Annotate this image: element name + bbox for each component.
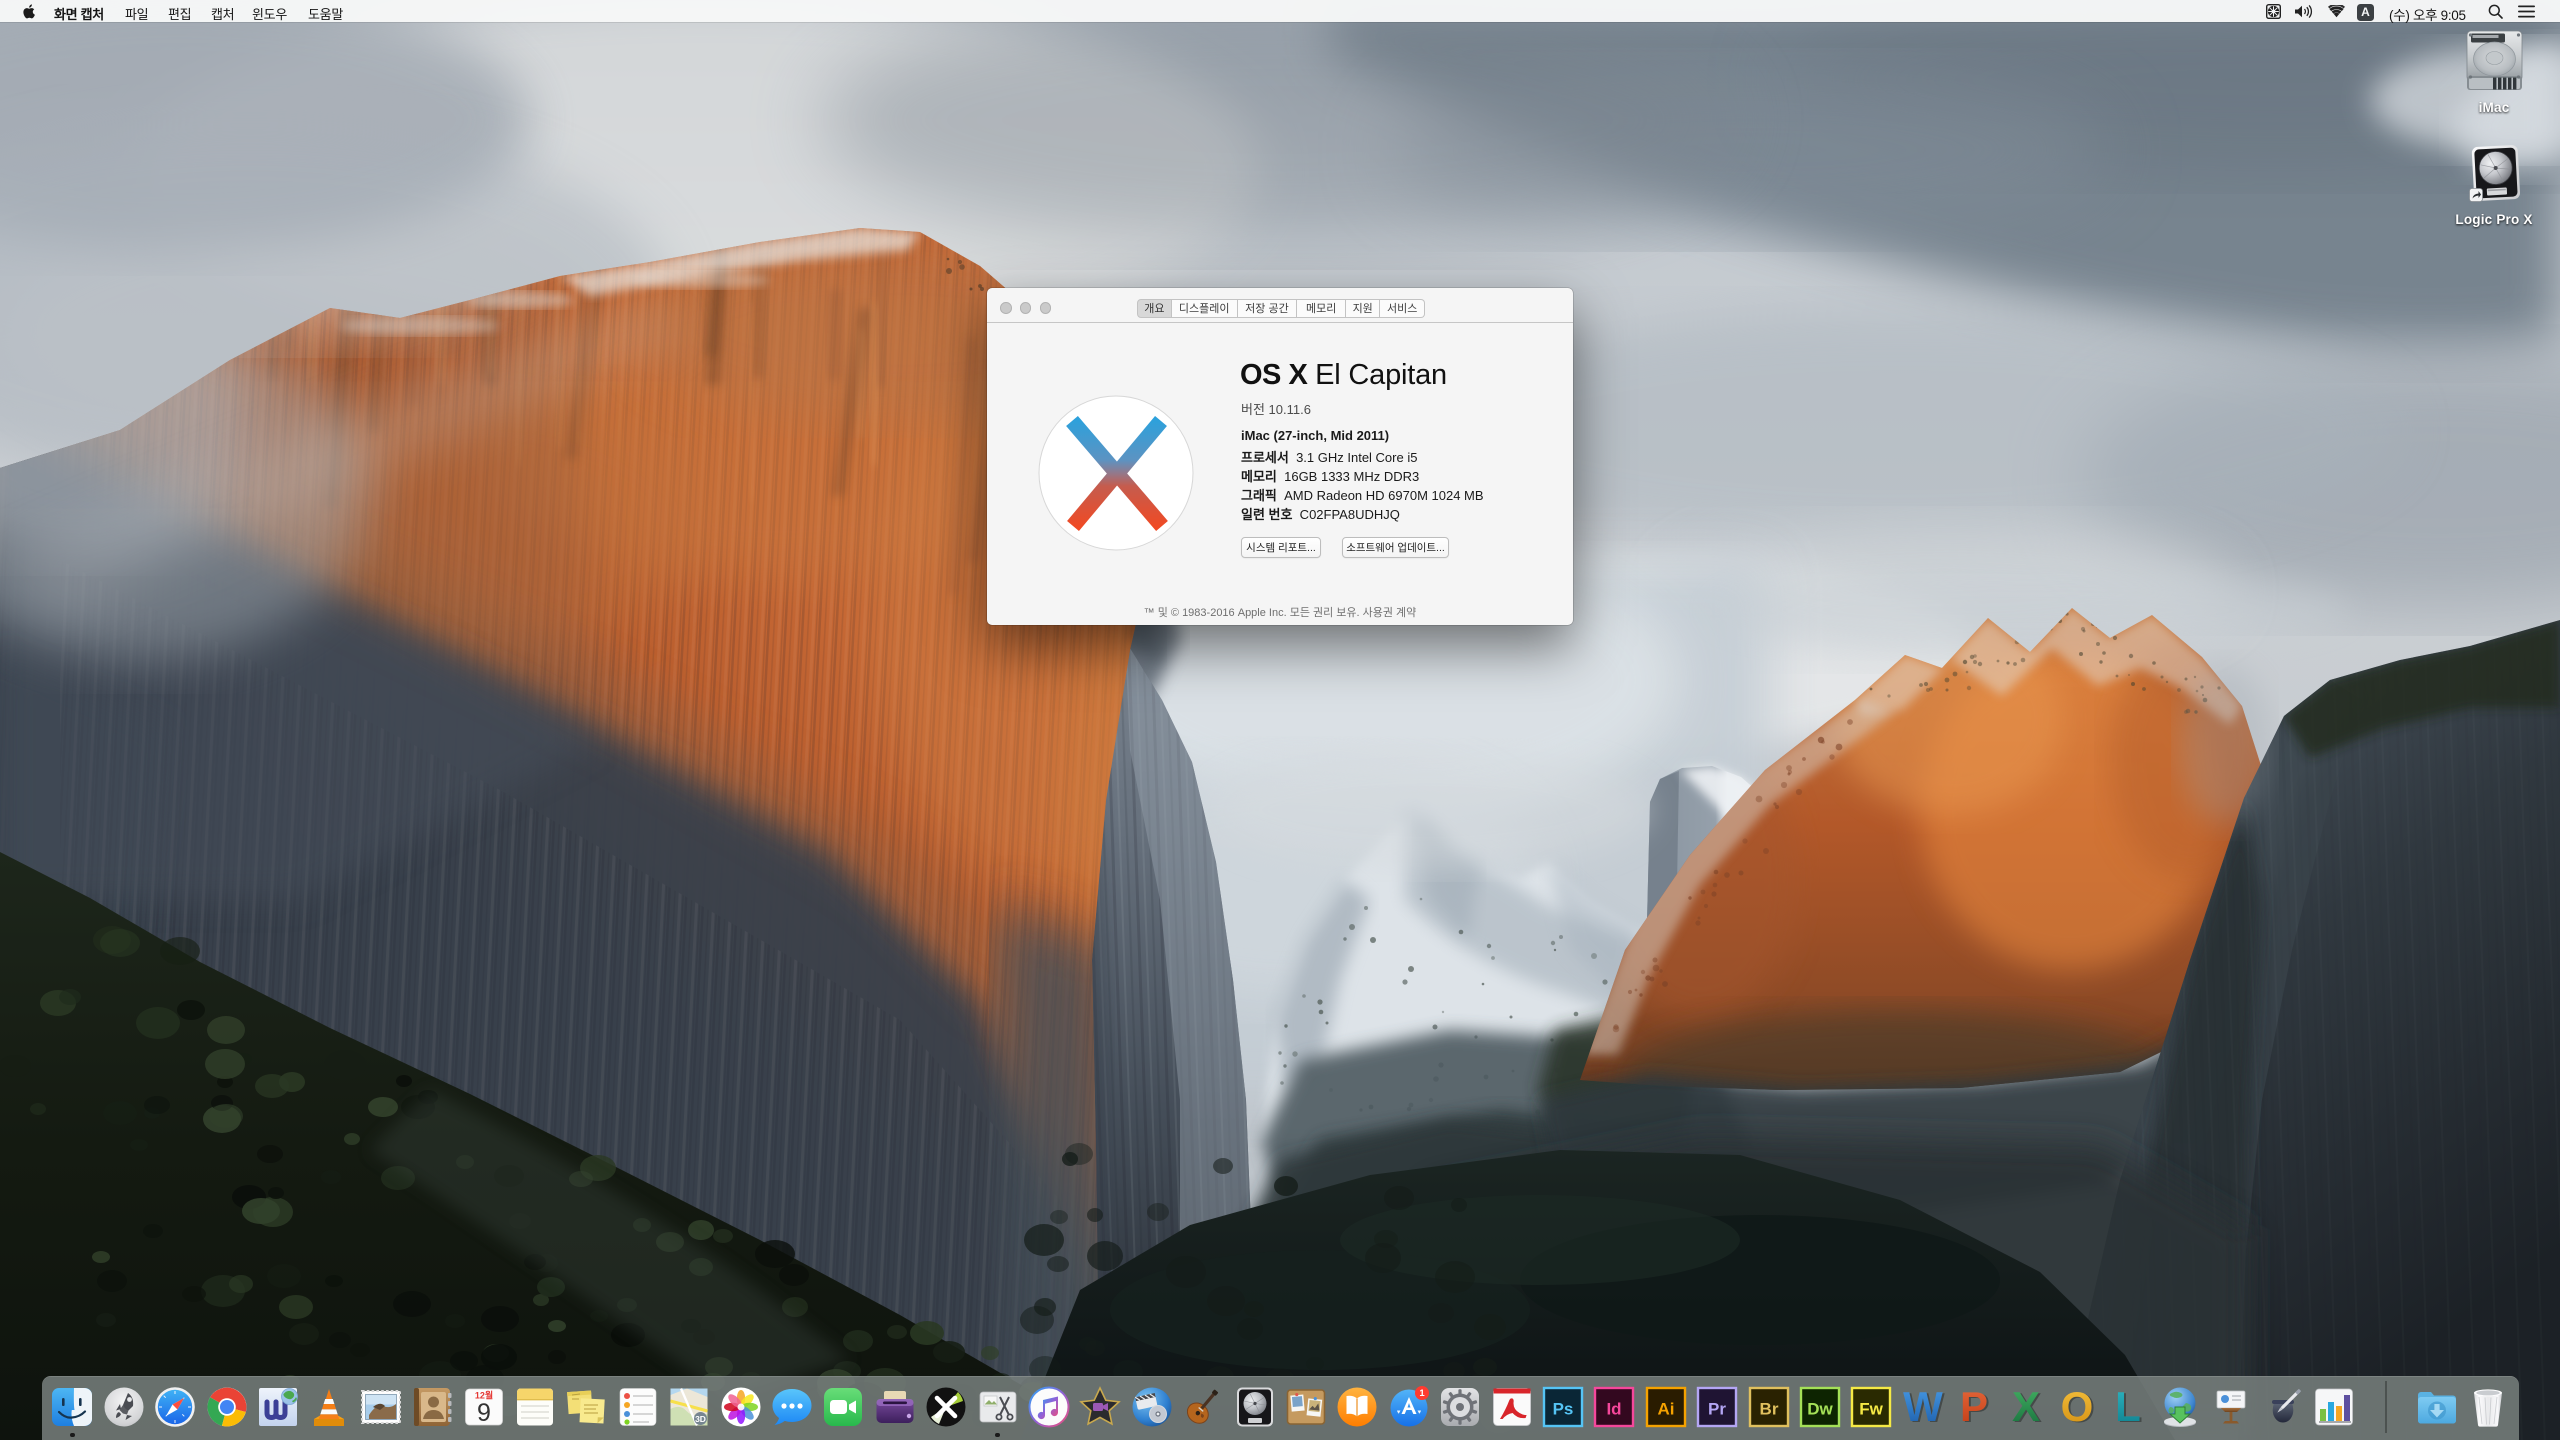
svg-text:Br: Br [1759, 1400, 1778, 1419]
svg-text:O: O [2061, 1385, 2094, 1429]
svg-text:P: P [1960, 1385, 1988, 1429]
svg-text:X: X [2011, 1385, 2039, 1429]
svg-text:W: W [1903, 1385, 1943, 1429]
svg-text:Ai: Ai [1657, 1400, 1674, 1419]
svg-text:Fw: Fw [1859, 1400, 1883, 1419]
svg-text:Id: Id [1607, 1400, 1622, 1419]
svg-text:Dw: Dw [1807, 1400, 1833, 1419]
svg-text:9: 9 [477, 1399, 491, 1427]
svg-text:L: L [2115, 1385, 2141, 1429]
svg-text:Pr: Pr [1708, 1400, 1726, 1419]
svg-text:1: 1 [1419, 1388, 1425, 1399]
svg-text:Ps: Ps [1552, 1400, 1573, 1419]
svg-text:3D: 3D [695, 1414, 706, 1424]
